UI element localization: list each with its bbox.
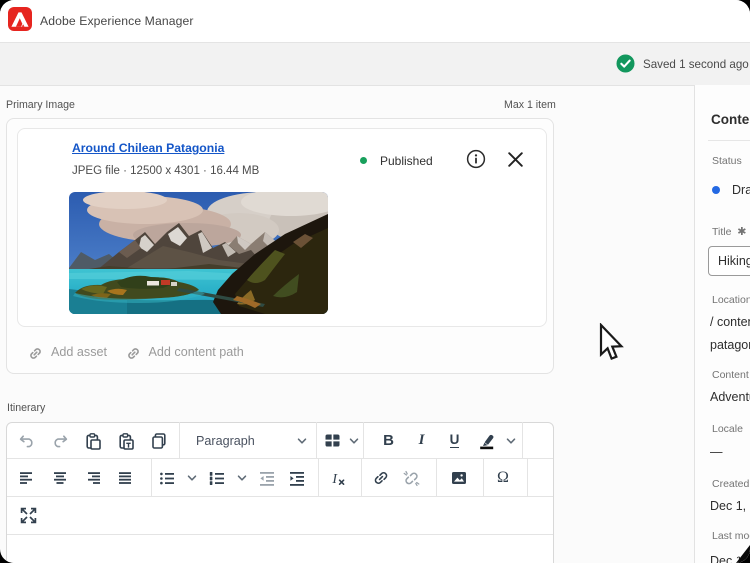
svg-text:I: I [331, 472, 338, 487]
